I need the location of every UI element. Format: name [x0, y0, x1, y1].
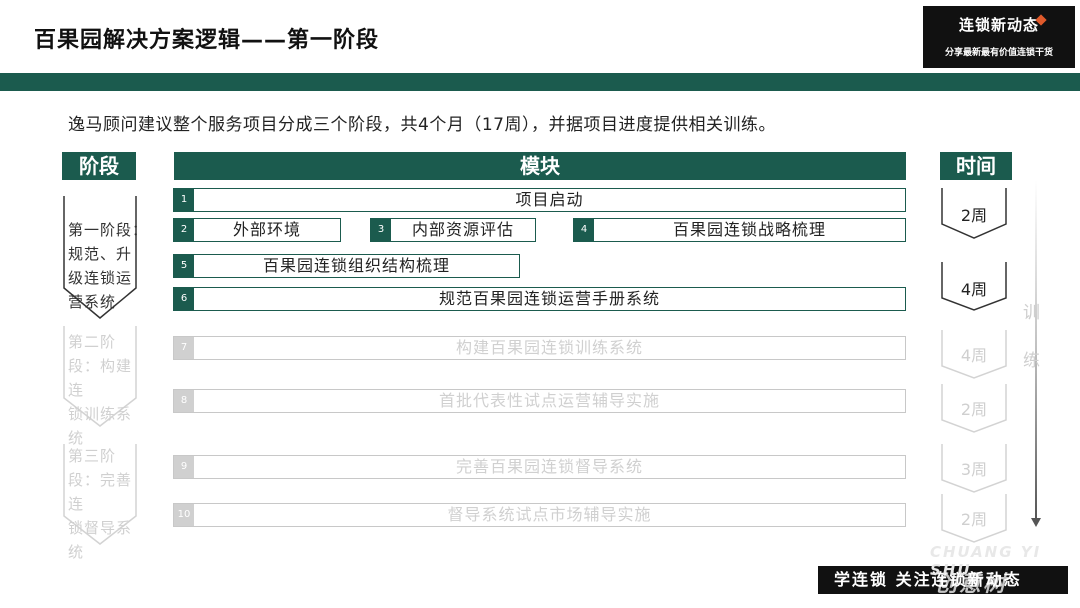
module-3: 3 内部资源评估: [370, 218, 536, 242]
module-label: 百果园连锁组织结构梳理: [262, 256, 450, 275]
module-label: 规范百果园连锁运营手册系统: [438, 289, 660, 308]
module-7: 7 构建百果园连锁训练系统: [173, 336, 906, 360]
module-label: 构建百果园连锁训练系统: [455, 338, 643, 357]
stage-3-text: 第三阶段：完善连 锁督导系 统: [68, 444, 146, 564]
training-char-1: 训: [1023, 303, 1040, 323]
module-number: 5: [174, 255, 194, 277]
module-label: 督导系统试点市场辅导实施: [447, 505, 652, 524]
logo-main-text: 连锁新动态: [958, 16, 1039, 34]
module-10: 10 督导系统试点市场辅导实施: [173, 503, 906, 527]
header-stage: 阶段: [62, 152, 136, 180]
brand-logo: 连锁新动态 分享最新最有价值连锁干货: [923, 6, 1075, 68]
time-5-label: 3周: [960, 460, 988, 479]
down-arrow-icon: [1031, 518, 1041, 527]
time-3-label: 4周: [960, 346, 988, 365]
module-number: 10: [174, 504, 194, 526]
module-8: 8 首批代表性试点运营辅导实施: [173, 389, 906, 413]
module-label: 百果园连锁战略梳理: [672, 220, 826, 239]
module-label: 首批代表性试点运营辅导实施: [438, 391, 660, 410]
stage-1-line-1: 第一阶段：: [68, 221, 149, 239]
module-number: 1: [174, 189, 194, 211]
stage-3-line-2: 锁督导系: [68, 519, 133, 537]
module-number: 8: [174, 390, 194, 412]
stage-3-line-3: 统: [68, 543, 85, 561]
intro-text: 逸马顾问建议整个服务项目分成三个阶段，共4个月（17周），并据项目进度提供相关训…: [68, 115, 776, 135]
module-1: 1 项目启动: [173, 188, 906, 212]
module-label: 完善百果园连锁督导系统: [455, 457, 643, 476]
module-9: 9 完善百果园连锁督导系统: [173, 455, 906, 479]
module-number: 6: [174, 288, 194, 310]
module-number: 9: [174, 456, 194, 478]
module-label: 项目启动: [515, 190, 584, 209]
stage-1-text: 第一阶段： 规范、升 级连锁运 营系统: [68, 218, 148, 314]
module-label: 内部资源评估: [411, 220, 514, 239]
header-band: [0, 73, 1080, 91]
time-4-label: 2周: [960, 400, 988, 419]
time-1-label: 2周: [960, 206, 988, 225]
training-char-2: 练: [1023, 351, 1040, 371]
stage-3-line-1: 第三阶段：完善连: [68, 447, 133, 513]
module-6: 6 规范百果园连锁运营手册系统: [173, 287, 906, 311]
header-time: 时间: [940, 152, 1012, 180]
module-number: 2: [174, 219, 194, 241]
module-number: 7: [174, 337, 194, 359]
module-number: 4: [574, 219, 594, 241]
watermark-chinese: 创意树: [935, 572, 1008, 597]
logo-sub-text: 分享最新最有价值连锁干货: [944, 48, 1053, 58]
module-4: 4 百果园连锁战略梳理: [573, 218, 906, 242]
stage-1-line-4: 营系统: [68, 293, 117, 311]
module-number: 3: [371, 219, 391, 241]
header-module: 模块: [174, 152, 906, 180]
module-2: 2 外部环境: [173, 218, 341, 242]
time-2-label: 4周: [960, 280, 988, 299]
stage-1-line-3: 级连锁运: [68, 269, 133, 287]
time-6-label: 2周: [960, 510, 988, 529]
page-title: 百果园解决方案逻辑——第一阶段: [34, 28, 380, 53]
stage-2-text: 第二阶段：构建连 锁训练系 统: [68, 330, 146, 450]
module-5: 5 百果园连锁组织结构梳理: [173, 254, 520, 278]
stage-1-line-2: 规范、升: [68, 245, 133, 263]
module-label: 外部环境: [232, 220, 301, 239]
stage-2-line-1: 第二阶段：构建连: [68, 333, 133, 399]
stage-2-line-2: 锁训练系: [68, 405, 133, 423]
